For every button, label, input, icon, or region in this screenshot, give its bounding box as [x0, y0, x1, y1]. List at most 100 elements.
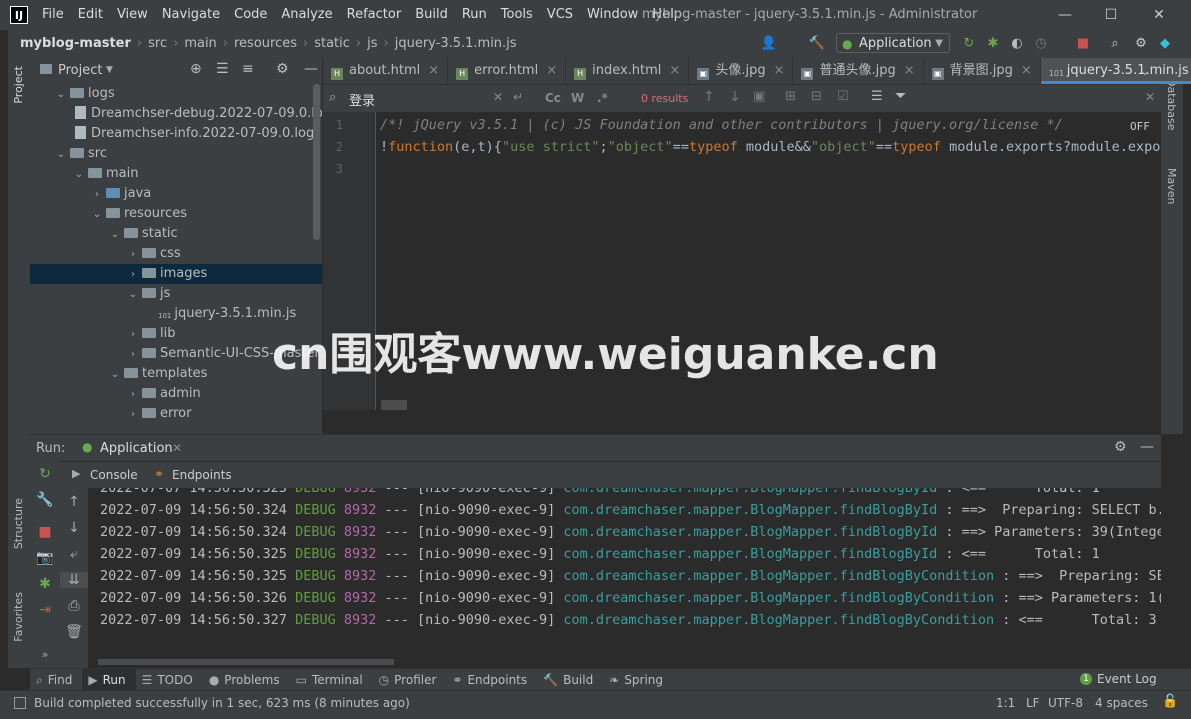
scroll-to-end-icon[interactable]: ⇊ — [60, 572, 88, 588]
user-icon[interactable]: 👤 — [760, 35, 778, 53]
breadcrumb-item[interactable]: myblog-master — [20, 36, 131, 51]
editor-tab[interactable]: ▣ 普通头像.jpg × — [793, 58, 924, 84]
rerun-icon[interactable]: ↻ — [960, 35, 978, 53]
chevron-right-icon[interactable]: › — [126, 405, 140, 425]
settings-gear-icon[interactable]: ⚙ — [1132, 35, 1150, 53]
close-window-button[interactable]: ✕ — [1148, 4, 1170, 26]
editor-scrollbar-thumb[interactable] — [381, 400, 407, 410]
menu-item-file[interactable]: File — [42, 7, 64, 22]
run-configuration-select[interactable]: ● Application ▼ — [836, 33, 950, 53]
editor-tab[interactable]: ▣ 背景图.jpg × — [924, 58, 1041, 84]
event-log-button[interactable]: 1 Event Log — [1080, 672, 1157, 686]
wrench-icon[interactable]: 🔧 — [30, 492, 60, 508]
log-logger-link[interactable]: com.dreamchaser.mapper.BlogMapper.findBl… — [563, 568, 994, 584]
chevron-down-icon[interactable]: ⌄ — [108, 225, 122, 245]
tree-item[interactable]: › error — [30, 404, 322, 424]
breadcrumb-item[interactable]: resources — [234, 36, 297, 51]
run-settings-gear-icon[interactable]: ⚙ — [1114, 439, 1127, 455]
rerun-icon[interactable]: ↻ — [30, 466, 60, 482]
locate-target-icon[interactable]: ⊕ — [190, 61, 202, 77]
maximize-button[interactable]: ☐ — [1100, 4, 1122, 26]
soft-wrap-icon[interactable]: ⤶ — [60, 546, 88, 562]
favorites-tool-tab[interactable]: Favorites — [12, 592, 25, 642]
menu-item-tools[interactable]: Tools — [501, 7, 533, 22]
close-tab-icon[interactable]: × — [546, 63, 557, 78]
collapse-all-icon[interactable]: ≡ — [242, 61, 254, 77]
tool-window-profiler[interactable]: ◷ Profiler — [373, 669, 447, 691]
editor-tab[interactable]: Hindex.html × — [566, 58, 690, 84]
expand-all-icon[interactable]: ☰ — [216, 61, 229, 77]
lock-icon[interactable]: 🔓 — [1162, 694, 1178, 709]
stop-icon[interactable]: ■ — [30, 524, 60, 540]
menu-item-build[interactable]: Build — [415, 7, 448, 22]
menu-item-navigate[interactable]: Navigate — [162, 7, 220, 22]
close-find-bar-icon[interactable]: ✕ — [1145, 90, 1155, 104]
chevron-right-icon[interactable]: › — [126, 245, 140, 265]
chevron-right-icon[interactable]: › — [126, 265, 140, 285]
stop-icon[interactable]: ■ — [1074, 35, 1092, 53]
chevron-right-icon[interactable]: › — [90, 185, 104, 205]
breadcrumb-item[interactable]: src — [148, 36, 167, 51]
breadcrumb-item[interactable]: static — [314, 36, 350, 51]
panel-settings-icon[interactable]: ⚙ — [276, 61, 289, 77]
show-in-find-window-icon[interactable]: ▣ — [753, 89, 765, 104]
tree-item[interactable]: ⌄ logs — [30, 84, 322, 104]
menu-item-code[interactable]: Code — [234, 7, 267, 22]
tabs-overflow-chevron-icon[interactable]: ⌄ — [1140, 64, 1150, 78]
log-logger-link[interactable]: com.dreamchaser.mapper.BlogMapper.findBl… — [563, 502, 937, 518]
tree-item[interactable]: ⌄ static — [30, 224, 322, 244]
menu-item-refactor[interactable]: Refactor — [347, 7, 402, 22]
plugin-icon[interactable]: ◆ — [1156, 35, 1174, 53]
chevron-down-icon[interactable]: ⌄ — [72, 165, 86, 185]
tool-window-todo[interactable]: ☰ TODO — [136, 669, 203, 691]
tree-item[interactable]: Dreamchser-info.2022-07-09.0.log — [30, 124, 322, 144]
print-icon[interactable]: ⎙ — [60, 598, 88, 614]
database-tool-tab[interactable]: Database — [1165, 78, 1178, 131]
tree-scrollbar-thumb[interactable] — [313, 84, 320, 240]
debug-bug-icon[interactable]: ✱ — [984, 35, 1002, 53]
chevron-right-icon[interactable]: › — [126, 385, 140, 405]
match-case-toggle[interactable]: Cc — [545, 91, 561, 105]
chevron-down-icon[interactable]: ⌄ — [90, 205, 104, 225]
camera-icon[interactable]: 📷 — [30, 550, 60, 566]
line-separator[interactable]: LF — [1026, 696, 1040, 710]
add-selection-icon[interactable]: ⊞ — [785, 89, 796, 104]
minimize-button[interactable]: — — [1054, 4, 1076, 26]
clear-trash-icon[interactable]: 🗑 — [60, 624, 88, 640]
chevron-down-icon[interactable]: ⌄ — [54, 145, 68, 165]
tool-window-spring[interactable]: ❧ Spring — [603, 669, 673, 691]
profile-icon[interactable]: ◷ — [1032, 35, 1050, 53]
status-message[interactable]: Build completed successfully in 1 sec, 6… — [34, 696, 410, 710]
menu-item-window[interactable]: Window — [587, 7, 638, 22]
more-tools-icon[interactable]: » — [30, 648, 60, 661]
breadcrumb-item[interactable]: js — [367, 36, 377, 51]
chevron-down-icon[interactable]: ⌄ — [126, 285, 140, 305]
debug-icon[interactable]: ✱ — [30, 576, 60, 592]
search-everywhere-icon[interactable]: ⌕ — [1106, 35, 1124, 53]
scroll-down-icon[interactable]: ↓ — [60, 520, 88, 536]
tree-item[interactable]: ⌄ main — [30, 164, 322, 184]
breadcrumb-item[interactable]: main — [184, 36, 216, 51]
clear-search-icon[interactable]: ✕ — [493, 90, 503, 104]
editor-tab[interactable]: 101jquery-3.5.1.min.js× — [1040, 58, 1191, 84]
menu-item-edit[interactable]: Edit — [78, 7, 103, 22]
tree-item[interactable]: › images — [30, 264, 322, 284]
tool-window-find[interactable]: ⌕ Find — [30, 669, 82, 691]
coverage-icon[interactable]: ◐ — [1008, 35, 1026, 53]
new-line-icon[interactable]: ↵ — [513, 90, 523, 104]
exit-icon[interactable]: ⇥ — [30, 602, 60, 618]
whole-words-toggle[interactable]: W — [571, 91, 584, 105]
run-tab-application[interactable]: Application — [100, 441, 173, 456]
tree-item[interactable]: › admin — [30, 384, 322, 404]
indent-setting[interactable]: 4 spaces — [1095, 696, 1148, 710]
close-tab-icon[interactable]: × — [1021, 63, 1032, 78]
console-horizontal-scroll[interactable] — [88, 656, 1161, 668]
chevron-down-icon[interactable]: ⌄ — [108, 365, 122, 385]
console-scrollbar-thumb[interactable] — [98, 659, 394, 665]
console-tab[interactable]: Console — [90, 468, 138, 482]
previous-occurrence-icon[interactable]: ↑ — [703, 89, 715, 105]
multiline-icon[interactable]: ☰ — [871, 89, 883, 104]
close-run-tab-icon[interactable]: ✕ — [172, 441, 182, 455]
log-logger-link[interactable]: com.dreamchaser.mapper.BlogMapper.findBl… — [563, 524, 937, 540]
log-logger-link[interactable]: com.dreamchaser.mapper.BlogMapper.findBl… — [563, 590, 994, 606]
